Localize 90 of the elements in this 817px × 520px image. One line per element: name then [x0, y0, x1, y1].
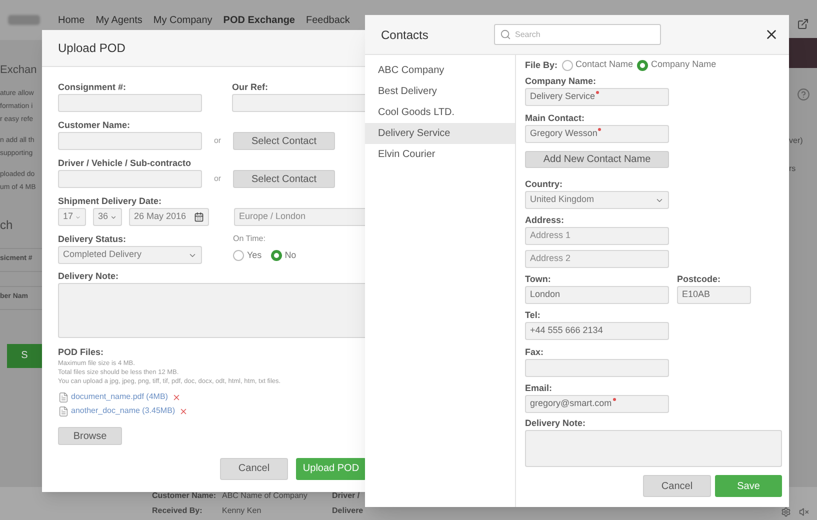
- cancel-button[interactable]: Cancel: [643, 475, 711, 497]
- field-label: Company Name:: [525, 76, 598, 86]
- email-field[interactable]: gregory@smart.com: [525, 395, 669, 413]
- field-label: Postcode:: [677, 274, 722, 284]
- detail-label: Delivere: [332, 505, 364, 517]
- text-field[interactable]: [58, 170, 202, 188]
- search-icon: [500, 29, 511, 40]
- radio-label: Yes: [247, 249, 262, 262]
- field-label: Our Ref:: [232, 82, 269, 92]
- field-label: Main Contact:: [525, 113, 586, 123]
- note-text: rs: [789, 163, 796, 175]
- field-label: Email:: [525, 383, 554, 393]
- nav-link[interactable]: My Company: [153, 12, 212, 28]
- company-name-field[interactable]: Delivery Service: [525, 88, 669, 106]
- tel-field[interactable]: +44 555 666 2134: [525, 322, 669, 340]
- address-field[interactable]: Address 1: [525, 227, 669, 245]
- or-text: or: [212, 135, 222, 147]
- nav-link[interactable]: My Agents: [96, 12, 142, 28]
- field-label: Delivery Status:: [58, 234, 128, 244]
- radio-button[interactable]: [562, 60, 573, 70]
- radio-label: Company Name: [651, 58, 716, 72]
- field-label: Driver / Vehicle / Sub-contracto: [58, 158, 192, 168]
- note-textarea[interactable]: [525, 430, 782, 467]
- detail-label: Driver /: [332, 490, 360, 502]
- select-contact-button[interactable]: Select Contact: [233, 170, 335, 188]
- field-label: Consignment #:: [58, 82, 128, 92]
- fax-field[interactable]: [525, 359, 669, 377]
- add-contact-button[interactable]: Add New Contact Name: [525, 151, 669, 168]
- dialog-title: Contacts: [381, 26, 430, 44]
- minute-select[interactable]: 36: [93, 208, 122, 226]
- section-heading: ch: [0, 216, 14, 234]
- nav-link[interactable]: Home: [58, 12, 85, 28]
- help-icon[interactable]: [796, 88, 810, 101]
- radio-button[interactable]: [233, 250, 244, 262]
- radio-button[interactable]: [637, 60, 648, 70]
- detail-label: Received By:: [152, 505, 204, 517]
- field-label: Customer Name:: [58, 120, 132, 130]
- logo-placeholder: [8, 15, 40, 25]
- dialog-title: Upload POD: [58, 40, 126, 57]
- field-label: Town:: [525, 274, 552, 284]
- town-field[interactable]: London: [525, 286, 669, 304]
- field-label: Delivery Note:: [525, 418, 587, 428]
- upload-button[interactable]: Upload POD: [296, 458, 366, 480]
- detail-value: ABC Name of Company: [222, 490, 308, 502]
- nav-link[interactable]: POD Exchange: [223, 12, 295, 28]
- field-label: Address:: [525, 215, 566, 225]
- radio-label: No: [284, 249, 296, 262]
- external-link-icon[interactable]: [797, 18, 809, 30]
- contact-item[interactable]: Delivery Service: [365, 123, 515, 144]
- text-field[interactable]: [58, 132, 202, 150]
- field-label: Shipment Delivery Date:: [58, 196, 163, 206]
- browse-button[interactable]: Browse: [58, 427, 122, 445]
- radio-label: Contact Name: [576, 58, 634, 72]
- radio-button[interactable]: [270, 250, 282, 262]
- field-label: File By:: [525, 60, 558, 70]
- photo-placeholder: [789, 38, 817, 68]
- field-label: On Time:: [233, 234, 266, 244]
- calendar-icon: [194, 212, 204, 222]
- main-contact-field[interactable]: Gregory Wesson: [525, 125, 669, 143]
- file-icon: [58, 406, 69, 416]
- field-label: Tel:: [525, 310, 542, 320]
- hour-select[interactable]: 17: [58, 208, 86, 226]
- file-link[interactable]: another_doc_name (3.45MB): [71, 405, 176, 417]
- field-label: Country:: [525, 179, 564, 189]
- nav-link[interactable]: Feedback: [306, 12, 350, 28]
- action-button[interactable]: S: [7, 344, 42, 368]
- settings-icon[interactable]: [781, 507, 791, 517]
- remove-icon[interactable]: [179, 406, 188, 416]
- section-heading: Exchan: [0, 63, 38, 78]
- field-label: Delivery Note:: [58, 271, 120, 281]
- country-select[interactable]: United Kingdom: [525, 191, 669, 209]
- note-text: ver): [789, 135, 803, 147]
- file-icon: [58, 392, 69, 402]
- select-contact-button[interactable]: Select Contact: [233, 132, 335, 150]
- cancel-button[interactable]: Cancel: [220, 458, 288, 480]
- file-link[interactable]: document_name.pdf (4MB): [71, 391, 168, 403]
- date-picker[interactable]: 26 May 2016: [129, 208, 209, 226]
- field-label: POD Files:: [58, 347, 105, 357]
- volume-muted-icon[interactable]: [799, 507, 809, 517]
- consignment-field[interactable]: [58, 94, 202, 112]
- field-label: Fax:: [525, 347, 545, 357]
- or-text: or: [212, 173, 222, 185]
- remove-icon[interactable]: [172, 392, 181, 402]
- save-button[interactable]: Save: [715, 475, 782, 497]
- address-field[interactable]: Address 2: [525, 250, 669, 268]
- detail-label: Customer Name:: [152, 490, 218, 502]
- status-select[interactable]: Completed Delivery: [58, 246, 202, 264]
- close-icon[interactable]: [764, 27, 779, 42]
- detail-value: Kenny Ken: [222, 505, 262, 517]
- postcode-field[interactable]: E10AB: [677, 286, 751, 304]
